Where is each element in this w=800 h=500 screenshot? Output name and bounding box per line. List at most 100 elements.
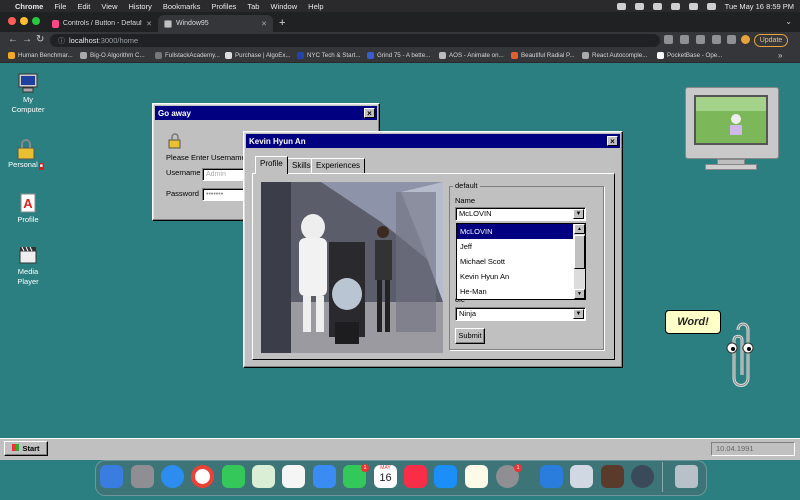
bookmark-item[interactable]: Big-O Algorithm C...	[80, 52, 145, 59]
login-window-titlebar[interactable]: Go away ×	[155, 106, 377, 120]
bookmark-item[interactable]: FullstackAcademy...	[155, 52, 220, 59]
profile-window-titlebar[interactable]: Kevin Hyun An ×	[246, 134, 620, 148]
tab-experiences[interactable]: Experiences	[311, 158, 366, 173]
menu-file[interactable]: File	[54, 2, 66, 11]
more-bookmarks-icon[interactable]: »	[778, 51, 782, 60]
update-button[interactable]: Update	[754, 34, 788, 47]
close-tab-icon[interactable]: ✕	[146, 20, 152, 28]
address-bar[interactable]: ⓘ localhost:3000/home	[50, 34, 660, 47]
photos-icon[interactable]	[282, 465, 305, 488]
desktop-icon-profile[interactable]: A Profile	[8, 193, 48, 225]
scroll-down-icon[interactable]: ▼	[574, 289, 585, 299]
name-label: Name	[455, 196, 476, 205]
siri-icon[interactable]	[706, 2, 716, 10]
menu-view[interactable]: View	[101, 2, 117, 11]
info-icon[interactable]: ⓘ	[58, 36, 65, 46]
menu-app[interactable]: Chrome	[15, 2, 43, 11]
launchpad-icon[interactable]	[131, 465, 154, 488]
vscode-icon[interactable]	[540, 465, 563, 488]
quicktime-icon[interactable]	[631, 465, 654, 488]
dropdown-scrollbar[interactable]: ▲ ▼	[574, 224, 585, 299]
dropdown-option[interactable]: Kevin Hyun An	[457, 269, 573, 284]
extensions-icon[interactable]	[696, 35, 705, 44]
reload-icon[interactable]: ↻	[36, 34, 44, 45]
bookmark-item[interactable]: Grind 75 - A bette...	[367, 52, 430, 59]
close-tab-icon[interactable]: ✕	[261, 20, 267, 28]
zoom-window-icon[interactable]	[32, 17, 40, 25]
dropdown-option[interactable]: Michael Scott	[457, 254, 573, 269]
reading-list-icon[interactable]	[712, 35, 721, 44]
submit-button[interactable]: Submit	[455, 328, 485, 344]
calendar-icon[interactable]: MAY 16	[374, 465, 397, 488]
chevron-down-icon[interactable]: ▼	[573, 309, 584, 319]
role-select[interactable]: Ninja ▼	[455, 307, 586, 321]
dropdown-option[interactable]: He-Man	[457, 284, 573, 299]
menu-window[interactable]: Window	[270, 2, 297, 11]
finder-icon[interactable]	[100, 465, 123, 488]
preview-icon[interactable]	[570, 465, 593, 488]
forward-icon[interactable]: →	[22, 34, 32, 45]
password-input[interactable]: •••••••	[202, 188, 244, 201]
bookmark-star-icon[interactable]	[680, 35, 689, 44]
maps-icon[interactable]	[252, 465, 275, 488]
menu-profiles[interactable]: Profiles	[211, 2, 236, 11]
bookmark-item[interactable]: Purchase | AlgoEx...	[225, 52, 291, 59]
menubar-clock[interactable]: Tue May 16 8:59 PM	[725, 2, 794, 11]
name-dropdown-list[interactable]: McLOVIN Jeff Michael Scott Kevin Hyun An…	[456, 223, 586, 300]
new-tab-icon[interactable]: +	[279, 17, 285, 29]
trash-icon[interactable]	[675, 465, 698, 488]
menu-history[interactable]: History	[129, 2, 152, 11]
garageband-icon[interactable]	[601, 465, 624, 488]
clippy-icon[interactable]	[718, 320, 762, 400]
chevron-down-icon[interactable]: ▼	[573, 209, 584, 219]
dropdown-option[interactable]: Jeff	[457, 239, 573, 254]
keyboard-icon[interactable]	[616, 2, 626, 10]
dropdown-option[interactable]: McLOVIN	[457, 224, 573, 239]
tab-storybook[interactable]: Controls / Button - Default - S ✕	[46, 15, 158, 32]
name-select[interactable]: McLOVIN ▼	[455, 207, 586, 221]
bookmark-item[interactable]: PocketBase - Ope...	[657, 52, 722, 59]
close-icon[interactable]: ×	[607, 136, 618, 146]
safari-icon[interactable]	[161, 465, 184, 488]
mail-icon[interactable]	[313, 465, 336, 488]
minimize-window-icon[interactable]	[20, 17, 28, 25]
taskbar-clock[interactable]: 10.04.1991	[711, 442, 795, 456]
search-icon[interactable]	[670, 2, 680, 10]
menu-edit[interactable]: Edit	[77, 2, 90, 11]
bookmark-item[interactable]: NYC Tech & Start...	[297, 52, 361, 59]
start-button[interactable]: Start	[4, 441, 48, 456]
close-icon[interactable]: ×	[364, 108, 375, 118]
desktop-icon-personal[interactable]: Personal ■	[6, 138, 46, 170]
username-input[interactable]: Admin	[202, 168, 244, 181]
share-icon[interactable]	[664, 35, 673, 44]
scroll-up-icon[interactable]: ▲	[574, 224, 585, 234]
desktop-icon-my-computer[interactable]: My Computer	[8, 73, 48, 115]
menu-tab[interactable]: Tab	[247, 2, 259, 11]
profile-avatar-icon[interactable]	[741, 35, 750, 44]
close-window-icon[interactable]	[8, 17, 16, 25]
wifi-icon[interactable]	[652, 2, 662, 10]
menu-bookmarks[interactable]: Bookmarks	[163, 2, 201, 11]
messages-icon[interactable]	[222, 465, 245, 488]
bookmark-item[interactable]: Beautiful Radial P...	[511, 52, 575, 59]
computer-icon	[17, 73, 39, 93]
bookmark-item[interactable]: AOS - Animate on...	[439, 52, 504, 59]
desktop-icon-media-player[interactable]: Media Player	[8, 245, 48, 287]
control-center-icon[interactable]	[688, 2, 698, 10]
music-icon[interactable]	[404, 465, 427, 488]
battery-icon[interactable]	[634, 2, 644, 10]
sidepanel-icon[interactable]	[727, 35, 736, 44]
bookmark-favicon-icon	[225, 52, 232, 59]
tab-window95[interactable]: Window95 ✕	[158, 15, 273, 32]
back-icon[interactable]: ←	[8, 34, 18, 45]
chevron-down-icon[interactable]: ⌄	[785, 17, 792, 26]
chrome-icon[interactable]	[191, 465, 214, 488]
app-store-icon[interactable]	[434, 465, 457, 488]
tab-profile[interactable]: Profile	[255, 156, 288, 174]
menu-help[interactable]: Help	[308, 2, 323, 11]
bookmark-item[interactable]: React Autocomple...	[582, 52, 647, 59]
scroll-thumb[interactable]	[574, 235, 585, 269]
status-area: Tue May 16 8:59 PM	[616, 2, 794, 11]
notes-icon[interactable]	[465, 465, 488, 488]
bookmark-item[interactable]: Human Benchmar...	[8, 52, 73, 59]
